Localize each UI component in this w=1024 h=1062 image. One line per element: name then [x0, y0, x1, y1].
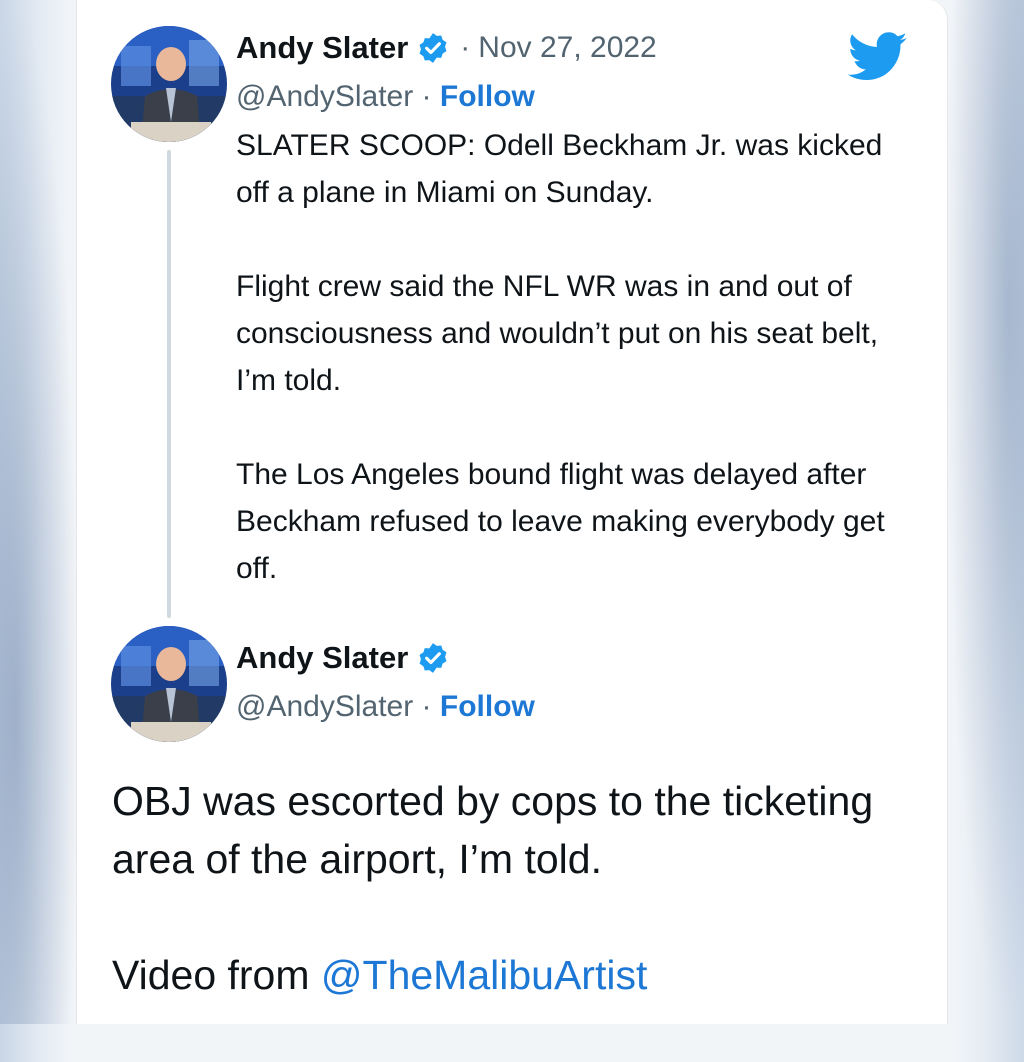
- tweet1-paragraph: Flight crew said the NFL WR was in and o…: [236, 270, 879, 397]
- author-handle[interactable]: @AndySlater: [236, 690, 413, 723]
- tweet1-handle-row: @AndySlater · Follow: [236, 80, 535, 114]
- tweet2-handle-row: @AndySlater · Follow: [236, 690, 535, 724]
- handle-separator: ·: [421, 690, 432, 723]
- follow-button[interactable]: Follow: [440, 690, 535, 723]
- tweet1-body: SLATER SCOOP: Odell Beckham Jr. was kick…: [236, 122, 916, 639]
- tweet1-header: Andy Slater · Nov 27, 2022: [236, 30, 657, 66]
- follow-button[interactable]: Follow: [440, 80, 535, 113]
- verified-badge-icon: [416, 641, 450, 675]
- tweet2-body: OBJ was escorted by cops to the ticketin…: [112, 772, 932, 1062]
- tweet2-paragraph: OBJ was escorted by cops to the ticketin…: [112, 778, 874, 882]
- verified-badge-icon: [416, 31, 450, 65]
- tweet2-paragraph: Video from @TheMalibuArtist: [112, 946, 932, 1004]
- avatar[interactable]: [111, 626, 227, 742]
- video-credit-prefix: Video from: [112, 952, 321, 998]
- tweet-date[interactable]: Nov 27, 2022: [478, 31, 656, 65]
- author-name[interactable]: Andy Slater: [236, 30, 408, 66]
- twitter-bird-icon[interactable]: [847, 32, 909, 82]
- thread-connector-line: [167, 150, 171, 618]
- background-left-blur: [0, 0, 80, 1024]
- avatar[interactable]: [111, 26, 227, 142]
- mention-link[interactable]: @TheMalibuArtist: [321, 952, 647, 998]
- tweet2-header: Andy Slater: [236, 640, 450, 676]
- tweet1-paragraph: SLATER SCOOP: Odell Beckham Jr. was kick…: [236, 129, 883, 209]
- tweet1-paragraph: The Los Angeles bound flight was delayed…: [236, 458, 885, 585]
- handle-separator: ·: [421, 80, 432, 113]
- background-right-blur: [944, 0, 1024, 1024]
- author-name[interactable]: Andy Slater: [236, 640, 408, 676]
- separator-dot: ·: [460, 31, 471, 64]
- author-handle[interactable]: @AndySlater: [236, 80, 413, 113]
